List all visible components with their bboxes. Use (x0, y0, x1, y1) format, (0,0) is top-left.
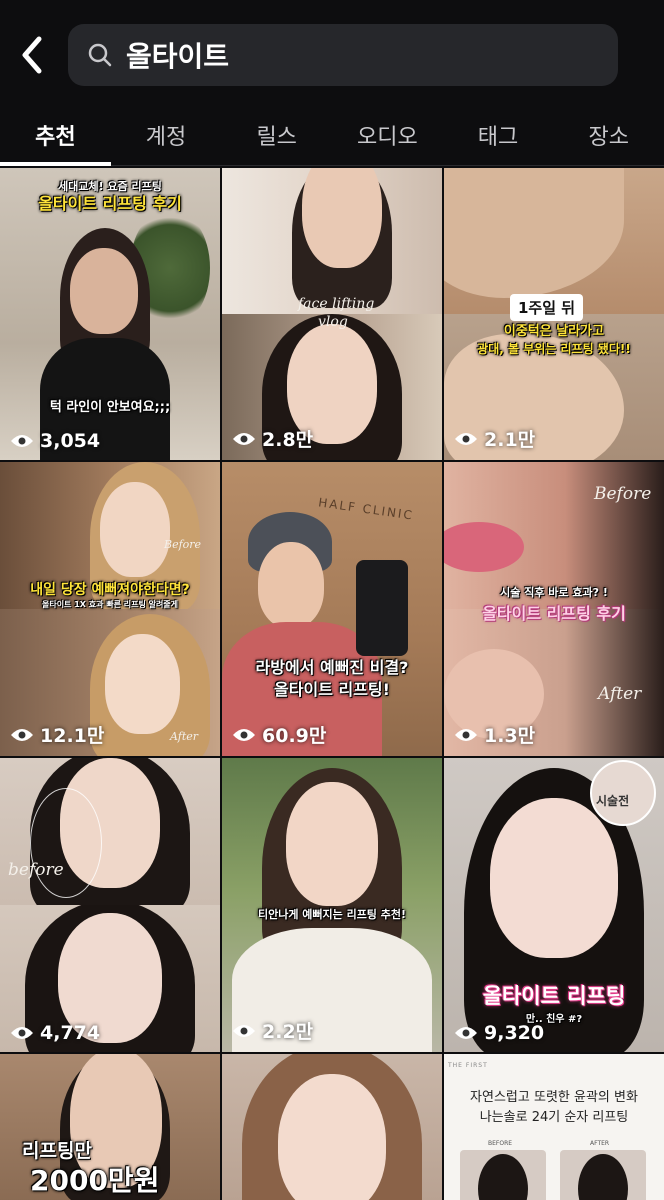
label-before: Before (594, 484, 652, 504)
tab-audio[interactable]: 오디오 (332, 104, 443, 165)
caption-small: 세대교체! 요즘 리프팅 (58, 180, 162, 193)
caption-sub: 턱 라인이 안보여요;;; (49, 400, 171, 415)
headline-line1: 자연스럽고 또렷한 윤곽의 변화 (470, 1090, 638, 1105)
phone-shape (356, 560, 408, 656)
back-button[interactable] (12, 30, 52, 80)
caption-title: 올타이트 리프팅 후기 (38, 194, 182, 213)
photo-top (222, 168, 442, 314)
eye-icon (11, 728, 33, 741)
top-bar (0, 0, 664, 104)
caption-title: 내일 당장 예뻐져야한다면? (30, 582, 190, 598)
post-tile[interactable]: 리프팅만 2000만원 (0, 1054, 220, 1200)
caption-line2: 광대, 볼 부위는 리프팅 됐다!! (477, 342, 631, 356)
results-grid: 세대교체! 요즘 리프팅 올타이트 리프팅 후기 턱 라인이 안보여요;;; 3… (0, 168, 664, 1200)
post-tile[interactable]: THE FIRST 자연스럽고 또렷한 윤곽의 변화 나는솔로 24기 순자 리… (444, 1054, 664, 1200)
time-badge: 1주일 뒤 (510, 294, 584, 321)
search-input[interactable] (126, 38, 586, 72)
view-count: 2.2만 (232, 1017, 313, 1044)
view-count-value: 12.1만 (40, 725, 105, 747)
brand-label: THE FIRST (448, 1062, 488, 1069)
face-shape (70, 248, 138, 334)
post-tile[interactable]: Before 내일 당장 예뻐져야한다면? 올타이트 1X 효과 빠른 리프팅 … (0, 462, 220, 756)
view-count-value: 4,774 (40, 1022, 101, 1044)
label-before: Before (164, 538, 202, 551)
post-tile[interactable] (222, 1054, 442, 1200)
face-shape (490, 798, 618, 958)
eye-icon (11, 435, 33, 447)
clinic-sign: HALF CLINIC (317, 495, 415, 523)
caption-line1: 리프팅만 (22, 1140, 92, 1162)
back-arrow-icon (22, 36, 42, 74)
eye-icon (455, 1027, 477, 1039)
face-shape (286, 782, 378, 906)
search-box[interactable] (68, 24, 618, 86)
view-count: 1.3만 (454, 721, 535, 748)
tab-reels[interactable]: 릴스 (221, 104, 332, 165)
post-tile[interactable]: 세대교체! 요즘 리프팅 올타이트 리프팅 후기 턱 라인이 안보여요;;; 3… (0, 168, 220, 460)
face-shape (105, 634, 180, 734)
face-shape (100, 482, 170, 577)
view-count-value: 60.9만 (262, 725, 327, 747)
view-count: 4,774 (10, 1022, 100, 1044)
eye-icon (233, 432, 255, 445)
post-tile[interactable]: HALF CLINIC 라방에서 예뻐진 비결? 올타이트 리프팅! 60.9만 (222, 462, 442, 756)
search-icon (86, 41, 114, 69)
label-before: 시술전 (596, 794, 630, 808)
view-count: 2.1만 (454, 425, 535, 452)
view-count-value: 2.2만 (262, 1021, 314, 1043)
script-text: face lifting (298, 296, 375, 312)
eye-icon (233, 728, 255, 741)
label-after: After (598, 684, 642, 704)
after-photo (560, 1150, 646, 1200)
highlight-circle (30, 788, 102, 898)
caption-title: 올타이트 리프팅 후기 (482, 604, 626, 623)
face-shape (278, 1074, 386, 1200)
script-text: vlog (318, 314, 348, 330)
after-label: AFTER (590, 1140, 610, 1147)
before-label: BEFORE (488, 1140, 513, 1147)
eye-icon (233, 1024, 255, 1037)
caption-title: 올타이트 리프팅 (482, 984, 626, 1008)
label-before: before (8, 860, 64, 880)
tab-places[interactable]: 장소 (553, 104, 664, 165)
headline-line2: 나는솔로 24기 순자 리프팅 (479, 1110, 629, 1125)
view-count: 60.9만 (232, 721, 326, 748)
tab-bar: 추천 계정 릴스 오디오 태그 장소 (0, 104, 664, 166)
tab-accounts[interactable]: 계정 (111, 104, 222, 165)
eye-icon (11, 1027, 33, 1039)
face-shape (258, 542, 324, 628)
view-count: 3,054 (10, 430, 100, 452)
view-count-value: 2.8만 (262, 429, 314, 451)
post-tile[interactable]: face lifting vlog 2.8만 (222, 168, 442, 460)
eye-icon (455, 432, 477, 445)
jaw-shape (444, 168, 624, 298)
caption-sub: 올타이트 1X 효과 빠른 리프팅 알려줄게 (41, 600, 179, 609)
post-tile[interactable]: 1주일 뒤 이중턱은 날라가고 광대, 볼 부위는 리프팅 됐다!! 2.1만 (444, 168, 664, 460)
lips-shape (444, 522, 524, 572)
view-count-value: 3,054 (40, 430, 101, 452)
caption-line2: 2000만원 (30, 1164, 160, 1197)
caption-line1: 이중턱은 날라가고 (503, 324, 605, 339)
eye-icon (455, 728, 477, 741)
face-shape (302, 168, 382, 268)
view-count-value: 1.3만 (484, 725, 536, 747)
post-tile[interactable]: before 4,774 (0, 758, 220, 1052)
caption-line2: 올타이트 리프팅! (274, 680, 390, 699)
post-tile[interactable]: 티안나게 예뻐지는 리프팅 추천! 2.2만 (222, 758, 442, 1052)
photo-top (444, 168, 664, 314)
post-tile[interactable]: 시술전 올타이트 리프팅 만.. 친우 #? 9,320 (444, 758, 664, 1052)
view-count-value: 9,320 (484, 1022, 545, 1044)
label-after: After (170, 730, 199, 743)
post-tile[interactable]: Before 시술 직후 바로 효과? ! 올타이트 리프팅 후기 After … (444, 462, 664, 756)
tab-tags[interactable]: 태그 (443, 104, 554, 165)
before-photo (460, 1150, 546, 1200)
caption-small: 시술 직후 바로 효과? ! (500, 586, 608, 599)
caption-line1: 라방에서 예뻐진 비결? (255, 658, 409, 677)
tab-recommended[interactable]: 추천 (0, 104, 111, 166)
caption: 티안나게 예뻐지는 리프팅 추천! (257, 908, 407, 921)
view-count-value: 2.1만 (484, 429, 536, 451)
view-count: 2.8만 (232, 425, 313, 452)
view-count: 9,320 (454, 1022, 544, 1044)
view-count: 12.1만 (10, 721, 104, 748)
